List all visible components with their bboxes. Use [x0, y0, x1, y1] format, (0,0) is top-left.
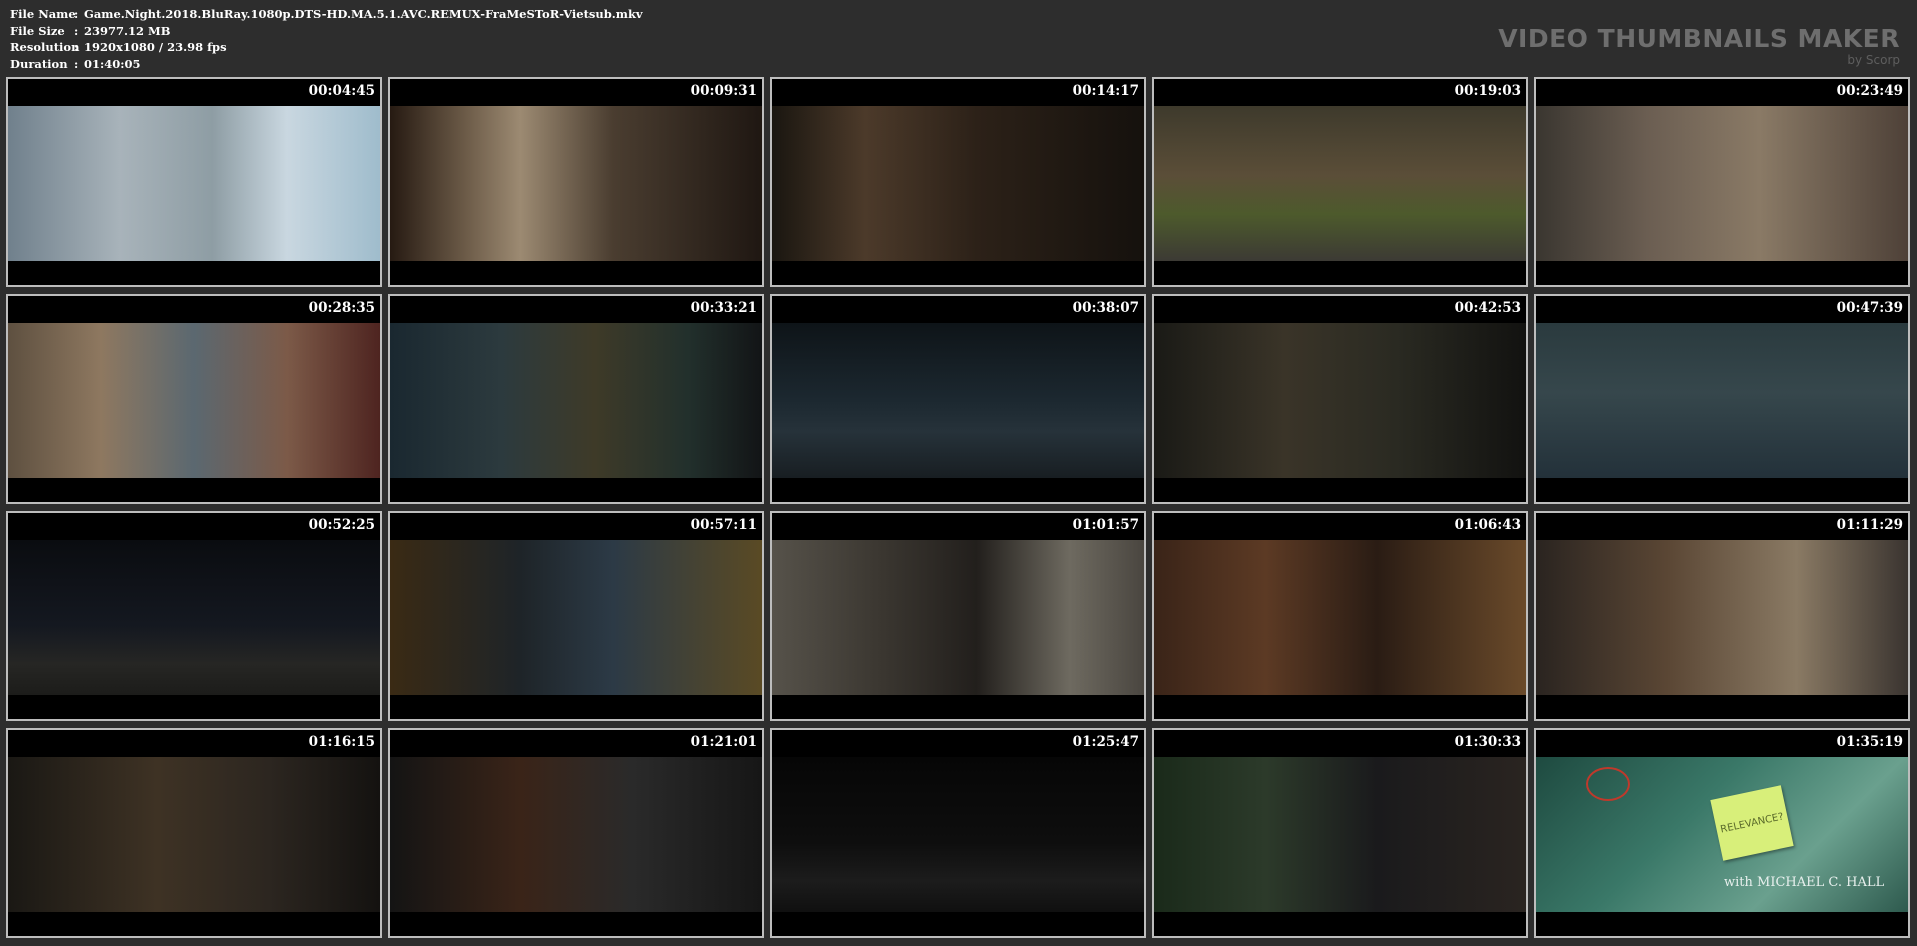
thumbnail-cell[interactable]: 00:57:11 [388, 511, 764, 721]
thumbnail-cell[interactable]: 00:42:53 [1152, 294, 1528, 504]
thumbnail-grid: 00:04:45 00:09:31 00:14:17 00:19:03 00:23:49… [6, 77, 1910, 938]
video-frame-image [1536, 540, 1908, 695]
thumbnail-timestamp: 00:04:45 [308, 83, 375, 99]
video-frame-image [1536, 323, 1908, 478]
thumbnail-cell[interactable]: 00:04:45 [6, 77, 382, 287]
thumbnail-cell[interactable]: 01:01:57 [770, 511, 1146, 721]
thumbnail-timestamp: 00:23:49 [1836, 83, 1903, 99]
video-frame-image: RELEVANCE? with MICHAEL C. HALL [1536, 757, 1908, 912]
filename-label: File Name [10, 7, 76, 21]
thumbnail-timestamp: 00:14:17 [1072, 83, 1139, 99]
thumbnail-cell[interactable]: 01:11:29 [1534, 511, 1910, 721]
thumbnail-timestamp: 01:06:43 [1454, 517, 1521, 533]
thumbnail-cell[interactable]: 01:30:33 [1152, 728, 1528, 938]
credit-text: with MICHAEL C. HALL [1724, 875, 1885, 890]
thumbnail-cell[interactable]: 00:23:49 [1534, 77, 1910, 287]
video-frame-image [8, 106, 380, 261]
brand-title: VIDEO THUMBNAILS MAKER [1498, 24, 1900, 53]
thumbnail-timestamp: 00:33:21 [690, 300, 757, 316]
thumbnail-cell[interactable]: 00:09:31 [388, 77, 764, 287]
video-frame-image [1536, 106, 1908, 261]
brand-watermark: VIDEO THUMBNAILS MAKER by Scorp [1498, 24, 1900, 68]
brand-subtitle: by Scorp [1847, 53, 1900, 67]
separator: : [74, 40, 79, 54]
thumbnail-timestamp: 00:38:07 [1072, 300, 1139, 316]
file-info-header: File Name : Game.Night.2018.BluRay.1080p… [10, 6, 1910, 71]
thumbnail-timestamp: 00:57:11 [690, 517, 757, 533]
thumbnail-cell[interactable]: 01:06:43 [1152, 511, 1528, 721]
thumbnail-timestamp: 00:47:39 [1836, 300, 1903, 316]
red-circle-annotation [1586, 767, 1630, 801]
thumbnail-cell[interactable]: 00:14:17 [770, 77, 1146, 287]
duration-label: Duration [10, 56, 68, 71]
video-frame-image [390, 106, 762, 261]
thumbnail-timestamp: 00:09:31 [690, 83, 757, 99]
thumbnail-cell[interactable]: 00:47:39 [1534, 294, 1910, 504]
thumbnail-cell[interactable]: 01:16:15 [6, 728, 382, 938]
resolution-value: 1920x1080 / 23.98 fps [84, 40, 227, 54]
info-row-filename: File Name : Game.Night.2018.BluRay.1080p… [10, 6, 1910, 23]
video-frame-image [390, 540, 762, 695]
video-frame-image [1154, 323, 1526, 478]
video-frame-image [8, 323, 380, 478]
thumbnail-timestamp: 01:11:29 [1836, 517, 1903, 533]
thumbnail-timestamp: 01:30:33 [1454, 734, 1521, 750]
video-frame-image [772, 106, 1144, 261]
thumbnail-timestamp: 00:42:53 [1454, 300, 1521, 316]
video-frame-image [772, 540, 1144, 695]
thumbnail-cell[interactable]: 01:21:01 [388, 728, 764, 938]
video-frame-image [1154, 757, 1526, 912]
duration-value: 01:40:05 [84, 56, 141, 71]
thumbnail-cell[interactable]: 01:35:19 RELEVANCE? with MICHAEL C. HALL [1534, 728, 1910, 938]
video-frame-image [8, 540, 380, 695]
thumbnail-timestamp: 01:01:57 [1072, 517, 1139, 533]
sticky-note: RELEVANCE? [1710, 785, 1794, 861]
thumbnail-cell[interactable]: 01:25:47 [770, 728, 1146, 938]
filename-value: Game.Night.2018.BluRay.1080p.DTS-HD.MA.5… [84, 7, 643, 21]
thumbnail-cell[interactable]: 00:19:03 [1152, 77, 1528, 287]
video-frame-image [390, 757, 762, 912]
video-frame-image [772, 757, 1144, 912]
thumbnail-timestamp: 00:52:25 [308, 517, 375, 533]
video-frame-image [772, 323, 1144, 478]
video-frame-image [1154, 540, 1526, 695]
filesize-label: File Size [10, 23, 65, 38]
filesize-value: 23977.12 MB [84, 23, 171, 38]
thumbnail-cell[interactable]: 00:28:35 [6, 294, 382, 504]
thumbnail-cell[interactable]: 00:52:25 [6, 511, 382, 721]
thumbnail-cell[interactable]: 00:38:07 [770, 294, 1146, 504]
thumbnail-timestamp: 00:28:35 [308, 300, 375, 316]
thumbnail-cell[interactable]: 00:33:21 [388, 294, 764, 504]
separator: : [74, 56, 79, 71]
thumbnail-timestamp: 01:35:19 [1836, 734, 1903, 750]
video-frame-image [1154, 106, 1526, 261]
separator: : [74, 23, 79, 38]
thumbnail-timestamp: 00:19:03 [1454, 83, 1521, 99]
thumbnail-timestamp: 01:25:47 [1072, 734, 1139, 750]
separator: : [74, 7, 79, 21]
video-frame-image [8, 757, 380, 912]
thumbnail-timestamp: 01:21:01 [690, 734, 757, 750]
resolution-label: Resolution [10, 40, 80, 54]
thumbnail-timestamp: 01:16:15 [308, 734, 375, 750]
video-frame-image [390, 323, 762, 478]
